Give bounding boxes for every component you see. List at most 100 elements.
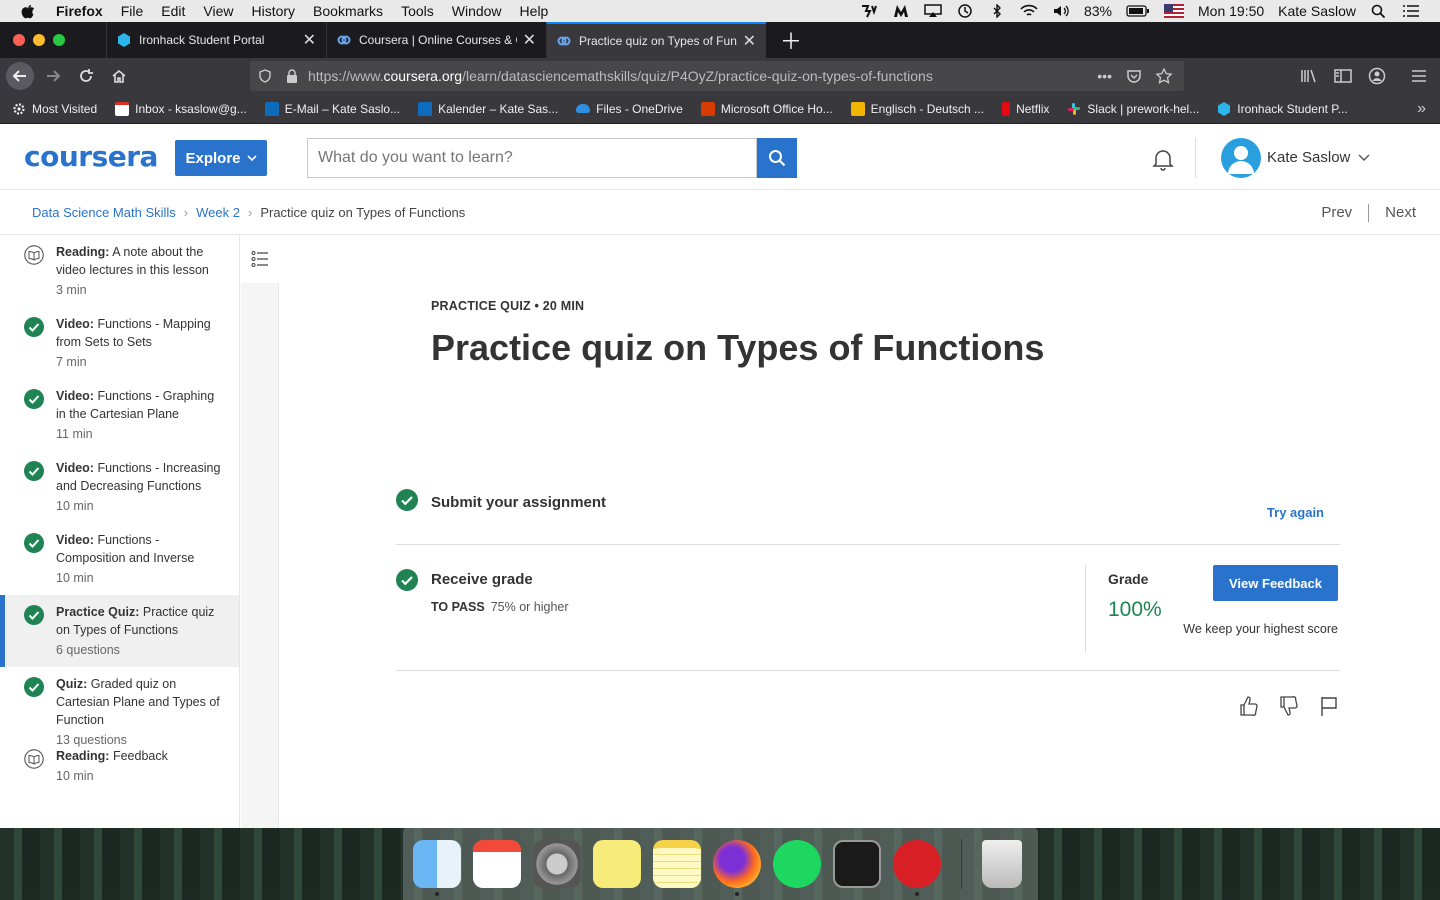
sidebar-item[interactable]: Practice Quiz: Practice quiz on Types of… <box>0 595 239 667</box>
tab-close-icon[interactable]: ✕ <box>303 30 316 50</box>
thumbs-up-icon[interactable] <box>1238 695 1260 717</box>
expressvpn-icon[interactable] <box>860 4 878 18</box>
expressvpn-icon[interactable] <box>893 840 941 896</box>
page-actions-icon[interactable]: ••• <box>1097 68 1112 84</box>
reading-book-icon <box>24 749 44 769</box>
sidebar-item[interactable]: Reading: Feedback 10 min <box>0 739 239 811</box>
shield-icon[interactable] <box>258 69 272 83</box>
tab-coursera[interactable]: Coursera | Online Courses & Cr ✕ <box>326 22 546 58</box>
hamburger-menu-icon[interactable] <box>1410 68 1428 84</box>
menu-edit[interactable]: Edit <box>161 3 185 19</box>
search-button[interactable] <box>757 138 797 178</box>
firefox-icon[interactable] <box>713 840 761 896</box>
bookmark-label: Slack | prework-hel... <box>1087 101 1200 116</box>
bookmark-gmail[interactable]: Inbox - ksaslow@g... <box>115 101 247 116</box>
airplay-icon[interactable] <box>924 4 942 18</box>
chevron-double-right-icon[interactable]: » <box>1417 100 1426 118</box>
thumbs-down-icon[interactable] <box>1278 695 1300 717</box>
lock-icon[interactable] <box>286 69 298 83</box>
tab-close-icon[interactable]: ✕ <box>523 30 536 50</box>
battery-icon[interactable] <box>1126 4 1150 18</box>
next-link[interactable]: Next <box>1385 204 1416 222</box>
tab-ironhack[interactable]: Ironhack Student Portal ✕ <box>106 22 326 58</box>
library-icon[interactable] <box>1300 68 1318 84</box>
user-menu[interactable]: Kate Saslow <box>1267 149 1370 166</box>
calendar-icon[interactable] <box>473 840 521 888</box>
menu-view[interactable]: View <box>203 3 233 19</box>
sidebar-item[interactable]: Video: Functions - Composition and Inver… <box>0 523 239 595</box>
sidebar-item[interactable]: Video: Functions - Mapping from Sets to … <box>0 307 239 379</box>
receive-grade-step: Receive grade TO PASS 75% or higher Grade… <box>396 565 1340 671</box>
menubar-app-name[interactable]: Firefox <box>56 3 103 19</box>
spotify-icon[interactable] <box>773 840 821 888</box>
tab-practice-quiz[interactable]: Practice quiz on Types of Funct ✕ <box>546 22 766 58</box>
wifi-icon[interactable] <box>1020 4 1038 18</box>
account-icon[interactable] <box>1368 67 1386 85</box>
volume-icon[interactable] <box>1052 4 1070 18</box>
menu-window[interactable]: Window <box>452 3 502 19</box>
close-window-button[interactable] <box>13 34 25 46</box>
sidebar-item[interactable]: Reading: A note about the video lectures… <box>0 235 239 307</box>
pocket-icon[interactable] <box>1126 68 1142 84</box>
view-feedback-button[interactable]: View Feedback <box>1213 565 1338 601</box>
bookmark-star-icon[interactable] <box>1156 68 1172 84</box>
bookmark-ironhack[interactable]: Ironhack Student P... <box>1217 101 1348 116</box>
avatar[interactable] <box>1221 138 1261 178</box>
sidebar-item-text: Practice Quiz: Practice quiz on Types of… <box>56 603 223 661</box>
try-again-link[interactable]: Try again <box>1267 505 1324 520</box>
sidebar-item-text: Reading: A note about the video lectures… <box>56 243 223 301</box>
menubar-user[interactable]: Kate Saslow <box>1278 3 1356 19</box>
stickies-icon[interactable] <box>593 840 641 888</box>
bookmark-leo-dictionary[interactable]: Englisch - Deutsch ... <box>850 101 984 116</box>
reload-button[interactable] <box>72 62 100 90</box>
menubar-clock[interactable]: Mon 19:50 <box>1198 3 1264 19</box>
bookmark-most-visited[interactable]: Most Visited <box>12 102 97 116</box>
notification-center-icon[interactable] <box>1402 4 1420 18</box>
back-button[interactable] <box>6 62 34 90</box>
bookmark-onedrive[interactable]: Files - OneDrive <box>576 102 683 116</box>
notes-icon[interactable] <box>653 840 701 888</box>
menu-bookmarks[interactable]: Bookmarks <box>313 3 383 19</box>
home-button[interactable] <box>105 62 133 90</box>
bookmark-office[interactable]: Microsoft Office Ho... <box>700 101 833 116</box>
breadcrumb-week-link[interactable]: Week 2 <box>196 205 240 220</box>
spotlight-search-icon[interactable] <box>1370 4 1388 18</box>
bookmark-outlook-calendar[interactable]: Kalender – Kate Sas... <box>418 101 558 116</box>
bookmark-netflix[interactable]: Netflix <box>1002 101 1050 116</box>
search-input[interactable] <box>307 138 757 178</box>
menu-file[interactable]: File <box>121 3 144 19</box>
terminal-icon[interactable] <box>833 840 881 888</box>
menu-tools[interactable]: Tools <box>401 3 434 19</box>
flag-icon[interactable] <box>1318 695 1340 717</box>
minimize-window-button[interactable] <box>33 34 45 46</box>
new-tab-button[interactable]: ＋ <box>766 22 802 58</box>
sidebar-toggle-icon[interactable] <box>1334 68 1352 84</box>
trash-icon[interactable] <box>982 840 1022 888</box>
bookmark-label: Microsoft Office Ho... <box>720 101 833 116</box>
finder-icon[interactable] <box>413 840 461 896</box>
coursera-logo[interactable]: coursera <box>24 140 158 173</box>
url-bar[interactable]: https://www. coursera.org/learn/datascien… <box>250 61 1184 91</box>
system-preferences-icon[interactable] <box>533 840 581 888</box>
prev-link[interactable]: Prev <box>1321 204 1352 222</box>
bookmark-slack[interactable]: Slack | prework-hel... <box>1067 102 1199 116</box>
explore-button[interactable]: Explore <box>175 140 267 176</box>
tab-close-icon[interactable]: ✕ <box>743 31 756 51</box>
sidebar-item[interactable]: Quiz: Graded quiz on Cartesian Plane and… <box>0 667 239 747</box>
menu-help[interactable]: Help <box>520 3 549 19</box>
outline-toggle-button[interactable] <box>241 235 279 283</box>
notification-bell-icon[interactable] <box>1150 146 1176 172</box>
breadcrumb-course-link[interactable]: Data Science Math Skills <box>32 205 176 220</box>
zoom-window-button[interactable] <box>53 34 65 46</box>
menu-history[interactable]: History <box>251 3 295 19</box>
apple-icon[interactable] <box>20 3 36 19</box>
bookmark-outlook-mail[interactable]: E-Mail – Kate Saslo... <box>264 101 400 116</box>
bookmark-label: Netflix <box>1016 101 1050 116</box>
forward-button[interactable] <box>39 62 67 90</box>
malwarebytes-icon[interactable] <box>892 4 910 18</box>
time-machine-icon[interactable] <box>956 4 974 18</box>
us-flag-icon[interactable] <box>1164 4 1184 18</box>
sidebar-item[interactable]: Video: Functions - Graphing in the Carte… <box>0 379 239 451</box>
sidebar-item[interactable]: Video: Functions - Increasing and Decrea… <box>0 451 239 523</box>
bluetooth-icon[interactable] <box>988 4 1006 18</box>
